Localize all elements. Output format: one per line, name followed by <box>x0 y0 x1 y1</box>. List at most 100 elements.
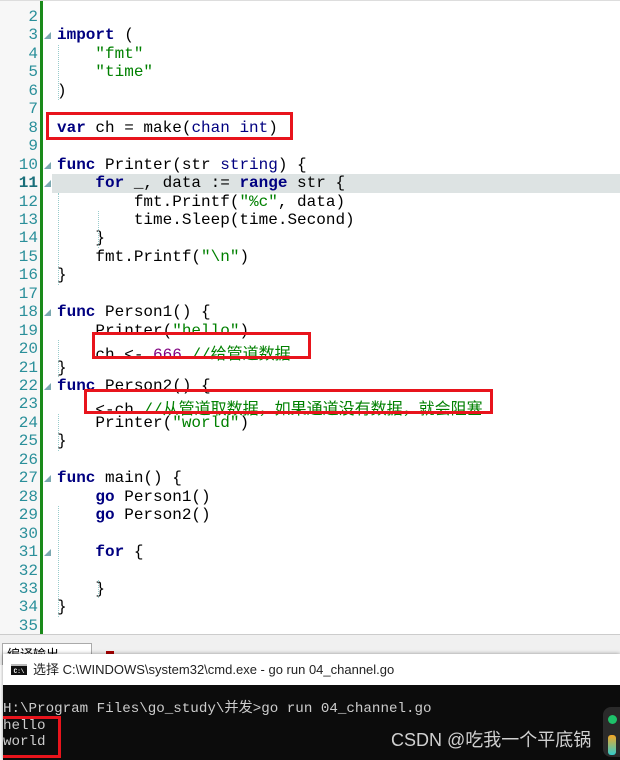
gauge-icon <box>608 735 616 755</box>
line-number: 3 <box>28 26 38 45</box>
code-token: "%c" <box>239 192 278 211</box>
watermark: CSDN @吃我一个平底锅 <box>391 730 592 750</box>
code-token: ) <box>239 413 250 432</box>
code-token: go <box>95 506 115 525</box>
terminal-output[interactable]: H:\Program Files\go_study\并发>go run 04_c… <box>3 685 620 760</box>
indent-guide <box>58 44 59 101</box>
code-token: go <box>95 487 115 506</box>
side-widget[interactable] <box>603 707 620 757</box>
code-line[interactable]: import ( <box>57 26 134 44</box>
line-number: 12 <box>18 192 38 211</box>
cmd-title-bar[interactable]: C:\ 选择 C:\WINDOWS\system32\cmd.exe - go … <box>3 654 620 685</box>
code-token: Person2() <box>114 506 211 525</box>
highlight-box-send <box>92 332 311 359</box>
code-line[interactable]: time.Sleep(time.Second) <box>57 211 355 229</box>
status-dot-icon <box>608 715 617 724</box>
code-token: { <box>124 543 144 562</box>
indent-guide <box>98 579 99 599</box>
line-number: 14 <box>18 229 38 248</box>
code-token: func <box>57 469 96 488</box>
code-token: Printer(str <box>95 155 221 174</box>
fold-toggle-icon[interactable] <box>44 309 51 317</box>
line-number: 2 <box>28 8 38 26</box>
code-token: Person1() { <box>95 303 211 322</box>
line-number: 16 <box>18 266 38 285</box>
code-token: fmt.Printf( <box>57 192 240 211</box>
line-number: 26 <box>18 450 38 469</box>
line-number: 15 <box>18 247 38 266</box>
line-number: 6 <box>28 81 38 100</box>
line-number: 23 <box>18 395 38 414</box>
fold-toggle-icon[interactable] <box>44 549 51 557</box>
code-editor[interactable]: import ( "fmt" "time") var ch = make(chan… <box>0 0 620 635</box>
line-number: 24 <box>18 413 38 432</box>
line-number: 31 <box>18 543 38 562</box>
line-number: 27 <box>18 469 38 488</box>
code-line[interactable]: fmt.Printf("%c", data) <box>57 193 345 211</box>
code-line[interactable]: go Person2() <box>57 506 211 525</box>
line-number: 4 <box>28 44 38 63</box>
code-line[interactable]: Printer("world") <box>57 414 249 432</box>
code-line[interactable]: "time" <box>57 63 153 81</box>
line-number: 22 <box>18 377 38 395</box>
code-line[interactable]: "fmt" <box>57 45 143 63</box>
highlight-box-output <box>3 716 61 758</box>
line-number: 28 <box>18 487 38 506</box>
code-token: Printer( <box>57 413 173 432</box>
code-token: range <box>239 174 288 193</box>
highlight-box-receive <box>84 389 493 414</box>
code-token: string <box>220 155 278 174</box>
line-number: 11 <box>18 174 38 193</box>
indent-guide <box>58 506 59 617</box>
code-line[interactable]: for _, data := range str { <box>57 174 345 192</box>
fold-toggle-icon[interactable] <box>44 475 51 483</box>
cmd-icon: C:\ <box>11 664 27 675</box>
indent-guide <box>58 192 59 285</box>
code-token: _, data := <box>124 174 240 193</box>
line-number: 29 <box>18 506 38 525</box>
code-line[interactable]: func Person1() { <box>57 303 211 321</box>
indent-guide <box>98 210 99 248</box>
line-number: 17 <box>18 284 38 303</box>
code-line[interactable]: fmt.Printf("\n") <box>57 248 249 266</box>
line-number: 18 <box>18 303 38 322</box>
line-number: 20 <box>18 340 38 359</box>
line-number: 10 <box>18 155 38 174</box>
fold-toggle-icon[interactable] <box>44 32 51 40</box>
code-token: str { <box>287 174 346 193</box>
line-number: 35 <box>18 616 38 635</box>
code-token: "\n" <box>201 247 240 266</box>
fold-toggle-icon[interactable] <box>44 161 51 169</box>
code-token: "time" <box>95 63 154 82</box>
code-line[interactable]: for { <box>57 543 143 561</box>
code-line[interactable]: go Person1() <box>57 487 210 506</box>
line-number: 9 <box>28 137 38 156</box>
code-token: time.Sleep(time.Second) <box>57 210 355 229</box>
code-token: "fmt" <box>95 44 144 63</box>
indent-guide <box>58 340 59 377</box>
code-token: import <box>57 26 115 45</box>
code-token: func <box>57 303 96 322</box>
line-number: 34 <box>18 598 38 617</box>
terminal-command-line: H:\Program Files\go_study\并发>go run 04_c… <box>3 701 432 717</box>
line-number: 19 <box>18 321 38 340</box>
code-token: for <box>95 174 125 193</box>
indent-guide <box>58 413 59 451</box>
code-line[interactable]: func main() { <box>57 469 182 487</box>
cmd-window[interactable]: C:\ 选择 C:\WINDOWS\system32\cmd.exe - go … <box>3 654 620 760</box>
line-number: 30 <box>18 524 38 543</box>
code-token: fmt.Printf( <box>57 247 202 266</box>
line-number: 21 <box>18 358 38 377</box>
code-line[interactable]: func Printer(str string) { <box>57 156 307 174</box>
line-number: 32 <box>18 561 38 580</box>
fold-toggle-icon[interactable] <box>44 180 51 188</box>
line-number: 25 <box>18 432 38 451</box>
code-token: ( <box>114 26 134 45</box>
fold-toggle-icon[interactable] <box>44 383 51 390</box>
